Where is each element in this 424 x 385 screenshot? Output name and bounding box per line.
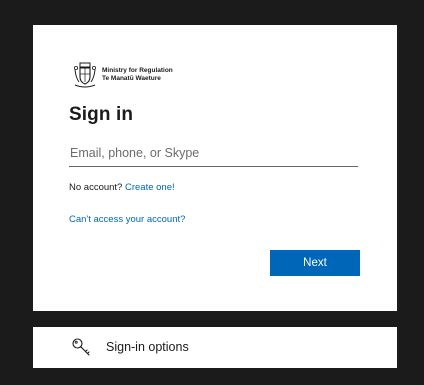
organization-logo: Ministry for Regulation Te Manatū Waetur… [73,62,173,88]
sign-in-options-label: Sign-in options [106,340,189,354]
sign-in-options-button[interactable]: Sign-in options [33,327,397,368]
no-account-row: No account? Create one! [69,182,175,193]
create-account-link[interactable]: Create one! [125,182,175,193]
cant-access-account-link[interactable]: Can't access your account? [69,214,185,225]
next-button[interactable]: Next [270,250,360,276]
logo-text: Ministry for Regulation Te Manatū Waetur… [102,67,173,83]
sign-in-card: Ministry for Regulation Te Manatū Waetur… [33,25,397,311]
coat-of-arms-icon [73,62,96,88]
page-title: Sign in [69,104,134,125]
logo-name-maori: Te Manatū Waeture [102,75,161,82]
logo-name-english: Ministry for Regulation [102,67,173,74]
email-input[interactable] [69,142,358,167]
no-account-text: No account? [69,182,125,193]
key-icon [72,338,90,356]
